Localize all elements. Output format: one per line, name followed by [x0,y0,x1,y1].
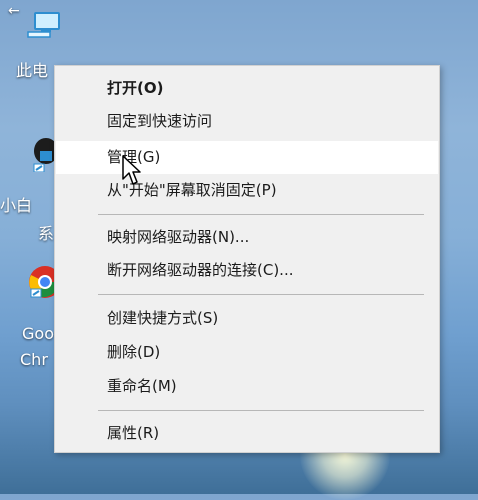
menu-separator [98,214,424,215]
menu-item-open[interactable]: 打开(O) [56,72,438,105]
menu-item-unpin-start[interactable]: 从"开始"屏幕取消固定(P) [56,174,438,207]
menu-item-delete[interactable]: 删除(D) [56,336,438,369]
context-menu: 打开(O) 固定到快速访问 管理(G) 从"开始"屏幕取消固定(P) 映射网络驱… [54,65,440,453]
menu-item-properties[interactable]: 属性(R) [56,417,438,450]
menu-item-create-shortcut[interactable]: 创建快捷方式(S) [56,302,438,335]
menu-item-map-network-drive[interactable]: 映射网络驱动器(N)... [56,221,438,254]
menu-separator [98,294,424,295]
this-pc-label[interactable]: 此电 [16,63,48,79]
chrome-label-line1[interactable]: Goo [22,326,54,342]
menu-separator [98,410,424,411]
xiaobai-label-line1[interactable]: 小白 [0,198,32,214]
menu-item-pin-quick-access[interactable]: 固定到快速访问 [56,105,438,138]
xiaobai-label-line2[interactable]: 系 [38,226,54,242]
computer-icon[interactable] [24,10,64,42]
chrome-label-line2[interactable]: Chr [20,352,48,368]
menu-item-disconnect-network-drive[interactable]: 断开网络驱动器的连接(C)... [56,254,438,287]
menu-item-rename[interactable]: 重命名(M) [56,370,438,403]
menu-item-manage[interactable]: 管理(G) [56,141,438,174]
mouse-cursor-icon [121,154,141,186]
